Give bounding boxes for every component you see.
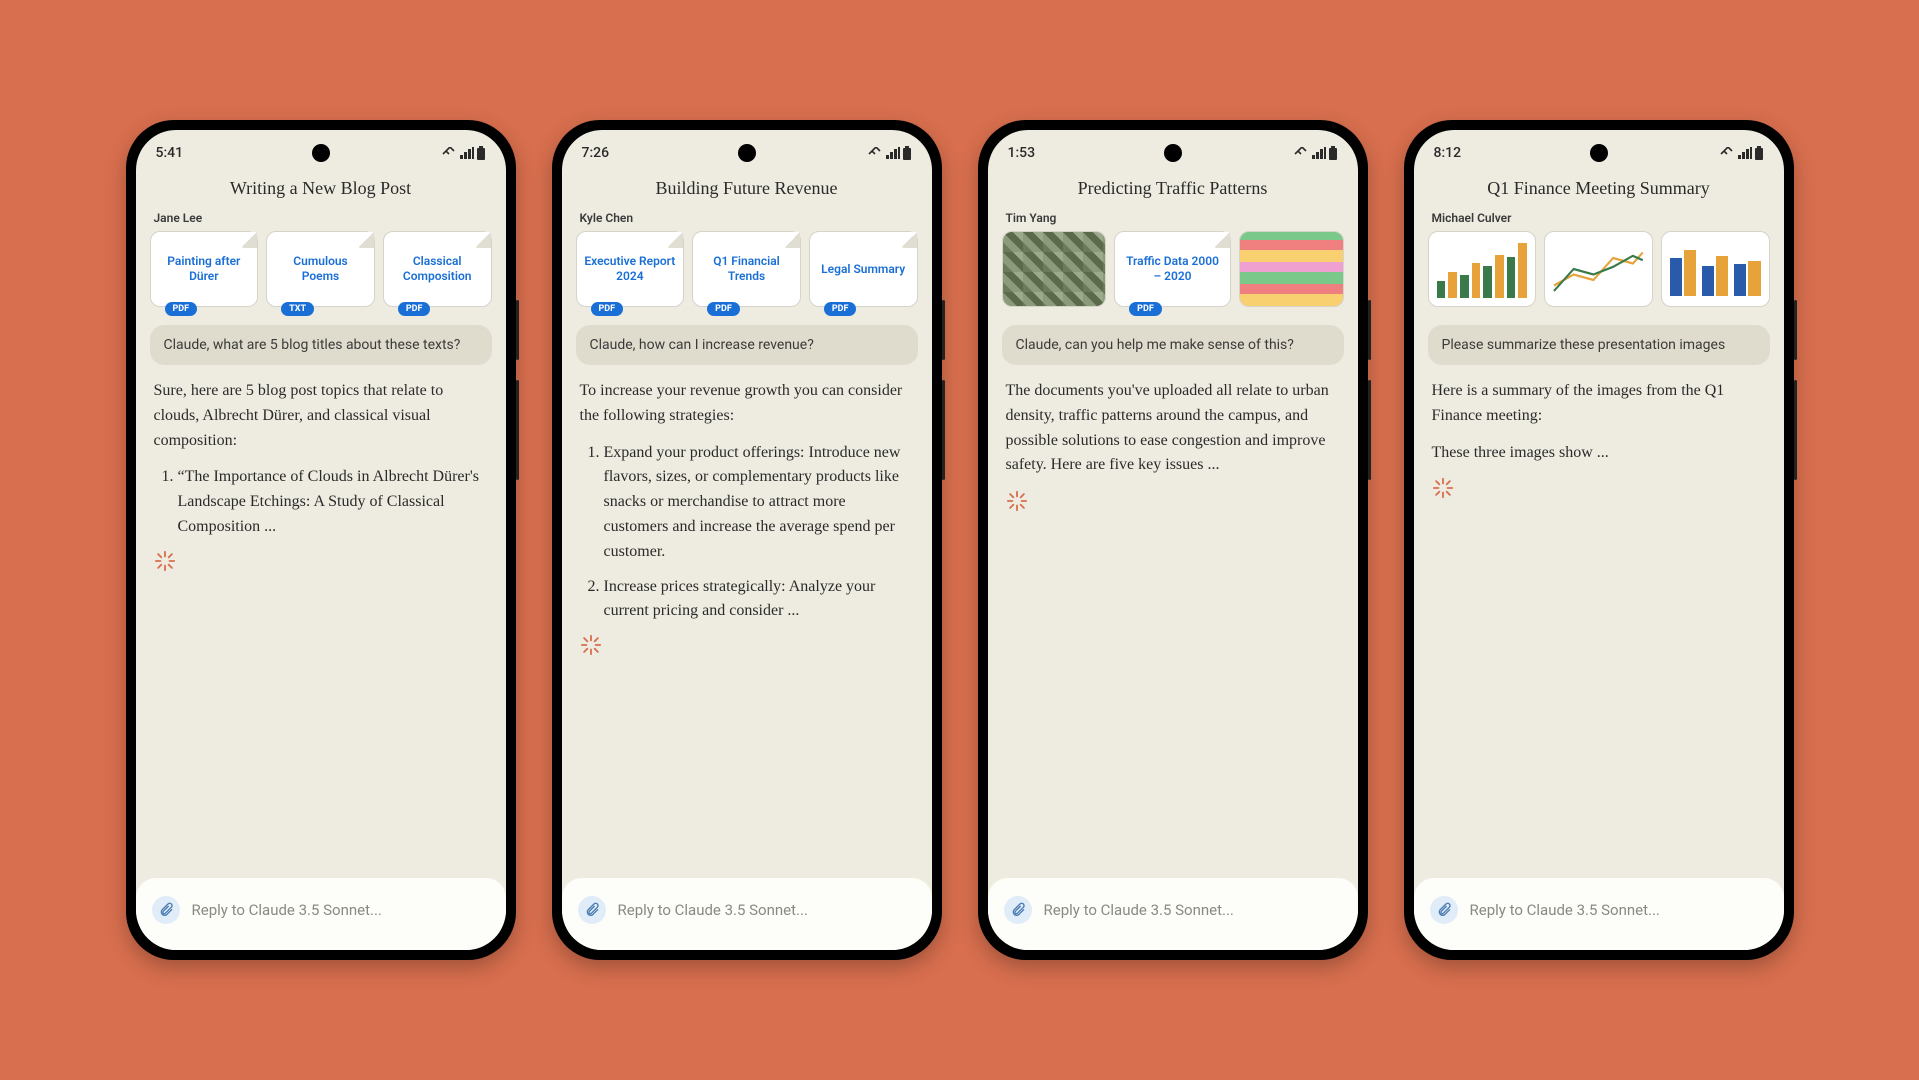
file-type-badge: PDF bbox=[1129, 302, 1162, 316]
clock: 5:41 bbox=[156, 145, 184, 161]
response-text: Here is a summary of the images from the… bbox=[1432, 379, 1766, 429]
clock: 8:12 bbox=[1434, 145, 1462, 161]
conversation-content: Kyle Chen Executive Report 2024 PDF Q1 F… bbox=[562, 211, 932, 878]
camera-notch bbox=[1164, 144, 1182, 162]
reply-input-bar[interactable]: Reply to Claude 3.5 Sonnet... bbox=[988, 878, 1358, 950]
camera-notch bbox=[312, 144, 330, 162]
reply-placeholder: Reply to Claude 3.5 Sonnet... bbox=[1470, 901, 1660, 919]
loading-spark-icon bbox=[154, 550, 488, 577]
screen: 8:12 Q1 Finance Meeting Summary Michael … bbox=[1414, 130, 1784, 950]
file-attachment[interactable]: Cumulous Poems TXT bbox=[266, 231, 375, 307]
file-name: Executive Report 2024 bbox=[583, 254, 678, 284]
response-list-item: Increase prices strategically: Analyze y… bbox=[604, 575, 914, 625]
file-name: Legal Summary bbox=[821, 262, 905, 277]
camera-notch bbox=[1590, 144, 1608, 162]
file-attachment[interactable]: Executive Report 2024 PDF bbox=[576, 231, 685, 307]
file-type-badge: PDF bbox=[707, 302, 740, 316]
assistant-response: Sure, here are 5 blog post topics that r… bbox=[148, 379, 494, 540]
reply-placeholder: Reply to Claude 3.5 Sonnet... bbox=[618, 901, 808, 919]
clock: 1:53 bbox=[1008, 145, 1036, 161]
response-list-item: Expand your product offerings: Introduce… bbox=[604, 441, 914, 565]
phone-mockup: 1:53 Predicting Traffic Patterns Tim Yan… bbox=[978, 120, 1368, 960]
user-name: Tim Yang bbox=[1000, 211, 1346, 231]
image-attachment-chart[interactable] bbox=[1544, 231, 1653, 307]
reply-input-bar[interactable]: Reply to Claude 3.5 Sonnet... bbox=[562, 878, 932, 950]
response-text: Sure, here are 5 blog post topics that r… bbox=[154, 379, 488, 453]
response-text: The documents you've uploaded all relate… bbox=[1006, 379, 1340, 478]
file-type-badge: PDF bbox=[165, 302, 198, 316]
attach-button[interactable] bbox=[1004, 896, 1032, 924]
loading-spark-icon bbox=[580, 634, 914, 661]
image-attachment-aerial[interactable] bbox=[1002, 231, 1107, 307]
response-list-item: “The Importance of Clouds in Albrecht Dü… bbox=[178, 465, 488, 539]
phone-mockup: 8:12 Q1 Finance Meeting Summary Michael … bbox=[1404, 120, 1794, 960]
file-attachment[interactable]: Painting after Dürer PDF bbox=[150, 231, 259, 307]
screen: 5:41 Writing a New Blog Post Jane Lee Pa… bbox=[136, 130, 506, 950]
attachments-row: Painting after Dürer PDF Cumulous Poems … bbox=[148, 231, 494, 307]
user-prompt: Please summarize these presentation imag… bbox=[1428, 325, 1770, 365]
file-type-badge: PDF bbox=[824, 302, 857, 316]
file-attachment[interactable]: Classical Composition PDF bbox=[383, 231, 492, 307]
conversation-content: Michael Culver Please summarize these pr… bbox=[1414, 211, 1784, 878]
file-attachment[interactable]: Q1 Financial Trends PDF bbox=[692, 231, 801, 307]
conversation-title: Writing a New Blog Post bbox=[136, 164, 506, 211]
status-icons bbox=[1294, 146, 1338, 160]
file-type-badge: PDF bbox=[398, 302, 431, 316]
assistant-response: To increase your revenue growth you can … bbox=[574, 379, 920, 624]
assistant-response: Here is a summary of the images from the… bbox=[1426, 379, 1772, 465]
file-name: Cumulous Poems bbox=[273, 254, 368, 284]
user-prompt: Claude, how can I increase revenue? bbox=[576, 325, 918, 365]
status-icons bbox=[868, 146, 912, 160]
reply-input-bar[interactable]: Reply to Claude 3.5 Sonnet... bbox=[136, 878, 506, 950]
user-name: Jane Lee bbox=[148, 211, 494, 231]
file-type-badge: PDF bbox=[591, 302, 624, 316]
reply-placeholder: Reply to Claude 3.5 Sonnet... bbox=[192, 901, 382, 919]
file-name: Q1 Financial Trends bbox=[699, 254, 794, 284]
conversation-content: Tim Yang Traffic Data 2000 – 2020 PDF Cl… bbox=[988, 211, 1358, 878]
phone-mockup: 5:41 Writing a New Blog Post Jane Lee Pa… bbox=[126, 120, 516, 960]
loading-spark-icon bbox=[1006, 490, 1340, 517]
conversation-content: Jane Lee Painting after Dürer PDF Cumulo… bbox=[136, 211, 506, 878]
conversation-title: Predicting Traffic Patterns bbox=[988, 164, 1358, 211]
attach-button[interactable] bbox=[1430, 896, 1458, 924]
conversation-title: Building Future Revenue bbox=[562, 164, 932, 211]
file-attachment[interactable]: Traffic Data 2000 – 2020 PDF bbox=[1114, 231, 1231, 307]
file-name: Painting after Dürer bbox=[157, 254, 252, 284]
screen: 7:26 Building Future Revenue Kyle Chen E… bbox=[562, 130, 932, 950]
attachments-row bbox=[1426, 231, 1772, 307]
file-name: Classical Composition bbox=[390, 254, 485, 284]
response-text: To increase your revenue growth you can … bbox=[580, 379, 914, 429]
reply-input-bar[interactable]: Reply to Claude 3.5 Sonnet... bbox=[1414, 878, 1784, 950]
phone-mockup: 7:26 Building Future Revenue Kyle Chen E… bbox=[552, 120, 942, 960]
image-attachment-stickynotes[interactable] bbox=[1239, 231, 1344, 307]
loading-spark-icon bbox=[1432, 477, 1766, 504]
image-attachment-chart[interactable] bbox=[1428, 231, 1537, 307]
attach-button[interactable] bbox=[152, 896, 180, 924]
user-name: Kyle Chen bbox=[574, 211, 920, 231]
attach-button[interactable] bbox=[578, 896, 606, 924]
image-attachment-chart[interactable] bbox=[1661, 231, 1770, 307]
file-type-badge: TXT bbox=[281, 302, 314, 316]
clock: 7:26 bbox=[582, 145, 610, 161]
attachments-row: Executive Report 2024 PDF Q1 Financial T… bbox=[574, 231, 920, 307]
attachments-row: Traffic Data 2000 – 2020 PDF bbox=[1000, 231, 1346, 307]
assistant-response: The documents you've uploaded all relate… bbox=[1000, 379, 1346, 478]
user-name: Michael Culver bbox=[1426, 211, 1772, 231]
user-prompt: Claude, can you help me make sense of th… bbox=[1002, 325, 1344, 365]
conversation-title: Q1 Finance Meeting Summary bbox=[1414, 164, 1784, 211]
file-attachment[interactable]: Legal Summary PDF bbox=[809, 231, 918, 307]
status-icons bbox=[442, 146, 486, 160]
file-name: Traffic Data 2000 – 2020 bbox=[1121, 254, 1224, 284]
camera-notch bbox=[738, 144, 756, 162]
response-text: These three images show ... bbox=[1432, 441, 1766, 466]
screen: 1:53 Predicting Traffic Patterns Tim Yan… bbox=[988, 130, 1358, 950]
user-prompt: Claude, what are 5 blog titles about the… bbox=[150, 325, 492, 365]
reply-placeholder: Reply to Claude 3.5 Sonnet... bbox=[1044, 901, 1234, 919]
status-icons bbox=[1720, 146, 1764, 160]
